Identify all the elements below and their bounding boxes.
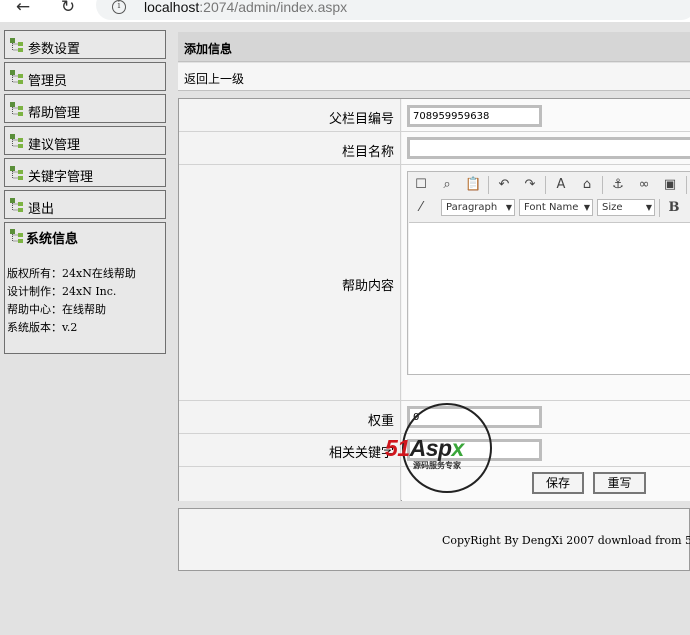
url-path: :2074/admin/index.aspx [199, 0, 348, 15]
watermark-logo-part3: x [451, 435, 465, 461]
label-cell: 相关关键字 [179, 434, 401, 466]
font-name-select[interactable]: Font Name ▼ [519, 199, 593, 216]
url-text[interactable]: localhost:2074/admin/index.aspx [144, 0, 347, 15]
back-row: 返回上一级 [178, 63, 690, 91]
dropdown-arrow-icon: ▼ [505, 203, 512, 212]
label-cell [179, 467, 401, 501]
menu-label: 参数设置 [28, 42, 81, 57]
name-label: 栏目名称 [341, 145, 394, 160]
toolbar-separator [602, 176, 603, 194]
image-icon[interactable]: ▣ [661, 176, 679, 194]
menu-label: 帮助管理 [28, 106, 81, 121]
page-header: 添加信息 [178, 32, 690, 62]
menu-label: 建议管理 [28, 138, 81, 153]
system-info-panel: 系统信息 版权所有：24xN在线帮助 设计制作：24xN Inc. 帮助中心：在… [4, 222, 166, 354]
sysinfo-help-center: 帮助中心：在线帮助 [7, 303, 106, 316]
tree-icon [10, 166, 23, 180]
redo-icon[interactable]: ↷ [521, 176, 539, 194]
watermark-logo-text: 51Aspx [385, 435, 464, 462]
tree-icon [10, 134, 23, 148]
value-cell: ☐ ⌕ 📋 ↶ ↷ A ⌂ ⚓ ∞ ▣ ⁄ Paragraph ▼ Font N… [402, 165, 690, 400]
link-icon[interactable]: ∞ [635, 176, 653, 194]
watermark-logo-part1: 51 [385, 435, 410, 461]
address-bar[interactable]: i localhost:2074/admin/index.aspx [96, 0, 690, 20]
dropdown-arrow-icon: ▼ [583, 203, 590, 212]
menu-label: 退出 [28, 202, 55, 217]
sysinfo-copyright: 版权所有：24xN在线帮助 [7, 267, 136, 280]
tree-icon [10, 38, 23, 52]
watermark-logo-part2: Asp [409, 435, 452, 461]
format-select[interactable]: Paragraph ▼ [441, 199, 515, 216]
menu-item-settings[interactable]: 参数设置 [4, 30, 166, 59]
format-select-value: Paragraph [446, 202, 498, 213]
watermark-subtitle: 源码服务专家 [413, 461, 461, 470]
form-row-content: 帮助内容 ☐ ⌕ 📋 ↶ ↷ A ⌂ ⚓ ∞ ▣ ⁄ Paragraph ▼ F… [179, 165, 690, 401]
sysinfo-version: 系统版本：v.2 [7, 321, 78, 334]
dropdown-arrow-icon: ▼ [645, 203, 652, 212]
form-row-name: 栏目名称 [179, 132, 690, 165]
footer: CopyRight By DengXi 2007 download from 5… [178, 508, 690, 571]
copyright-text: CopyRight By DengXi 2007 download from 5… [442, 534, 690, 547]
tree-icon [10, 229, 23, 243]
undo-icon[interactable]: ↶ [495, 176, 513, 194]
text-color-icon[interactable]: A [552, 176, 570, 194]
info-icon[interactable]: i [112, 0, 126, 14]
main-content-frame: 添加信息 返回上一级 父栏目编号 栏目名称 帮助内容 ☐ ⌕ [170, 22, 690, 635]
menu-item-admins[interactable]: 管理员 [4, 62, 166, 91]
reset-button[interactable]: 重写 [593, 472, 646, 494]
bold-button[interactable]: B [665, 199, 683, 217]
system-info-title: 系统信息 [26, 232, 79, 247]
toolbar-separator [659, 199, 660, 217]
back-link[interactable]: 返回上一级 [184, 70, 244, 87]
value-cell [402, 132, 690, 164]
parent-id-input[interactable] [407, 105, 542, 127]
menu-item-keywords[interactable]: 关键字管理 [4, 158, 166, 187]
label-cell: 权重 [179, 401, 401, 433]
url-host: localhost [144, 0, 200, 15]
toolbar-separator [545, 176, 546, 194]
content-label: 帮助内容 [341, 279, 394, 294]
preview-icon[interactable]: ⌕ [438, 176, 456, 194]
label-cell: 父栏目编号 [179, 99, 401, 131]
page-title: 添加信息 [184, 42, 233, 56]
tree-icon [10, 102, 23, 116]
label-cell: 栏目名称 [179, 132, 401, 164]
font-size-select[interactable]: Size ▼ [597, 199, 655, 216]
remove-format-icon[interactable]: ⁄ [412, 199, 430, 217]
label-cell: 帮助内容 [179, 165, 401, 400]
rich-text-editor: ☐ ⌕ 📋 ↶ ↷ A ⌂ ⚓ ∞ ▣ ⁄ Paragraph ▼ Font N… [407, 171, 690, 375]
new-document-icon[interactable]: ☐ [412, 176, 430, 194]
toolbar-separator [488, 176, 489, 194]
name-input[interactable] [407, 137, 690, 159]
tree-icon [10, 70, 23, 84]
form-row-parent-id: 父栏目编号 [179, 99, 690, 132]
menu-item-suggestions[interactable]: 建议管理 [4, 126, 166, 155]
background-color-icon[interactable]: ⌂ [578, 176, 596, 194]
tree-icon [10, 198, 23, 212]
anchor-icon[interactable]: ⚓ [609, 176, 627, 194]
paste-icon[interactable]: 📋 [464, 176, 482, 194]
reload-icon[interactable]: ↻ [57, 0, 79, 18]
font-size-select-value: Size [602, 202, 623, 213]
menu-item-help-management[interactable]: 帮助管理 [4, 94, 166, 123]
font-name-select-value: Font Name [524, 202, 579, 213]
back-arrow-icon[interactable]: ← [12, 0, 34, 18]
menu-label: 关键字管理 [28, 170, 94, 185]
save-button[interactable]: 保存 [532, 472, 584, 494]
menu-item-logout[interactable]: 退出 [4, 190, 166, 219]
value-cell [402, 99, 690, 131]
parent-id-label: 父栏目编号 [328, 112, 394, 127]
browser-toolbar: ← ↻ i localhost:2074/admin/index.aspx [0, 0, 690, 22]
menu-label: 管理员 [28, 74, 68, 89]
editor-content-area[interactable] [409, 222, 690, 374]
watermark-logo: 51Aspx 源码服务专家 [385, 403, 495, 495]
sysinfo-designer: 设计制作：24xN Inc. [7, 285, 117, 298]
left-menu-frame: 参数设置 管理员 帮助管理 建议管理 关键字管理 退出 系统信息 版权所有：24… [0, 22, 170, 635]
toolbar-separator [686, 176, 687, 194]
